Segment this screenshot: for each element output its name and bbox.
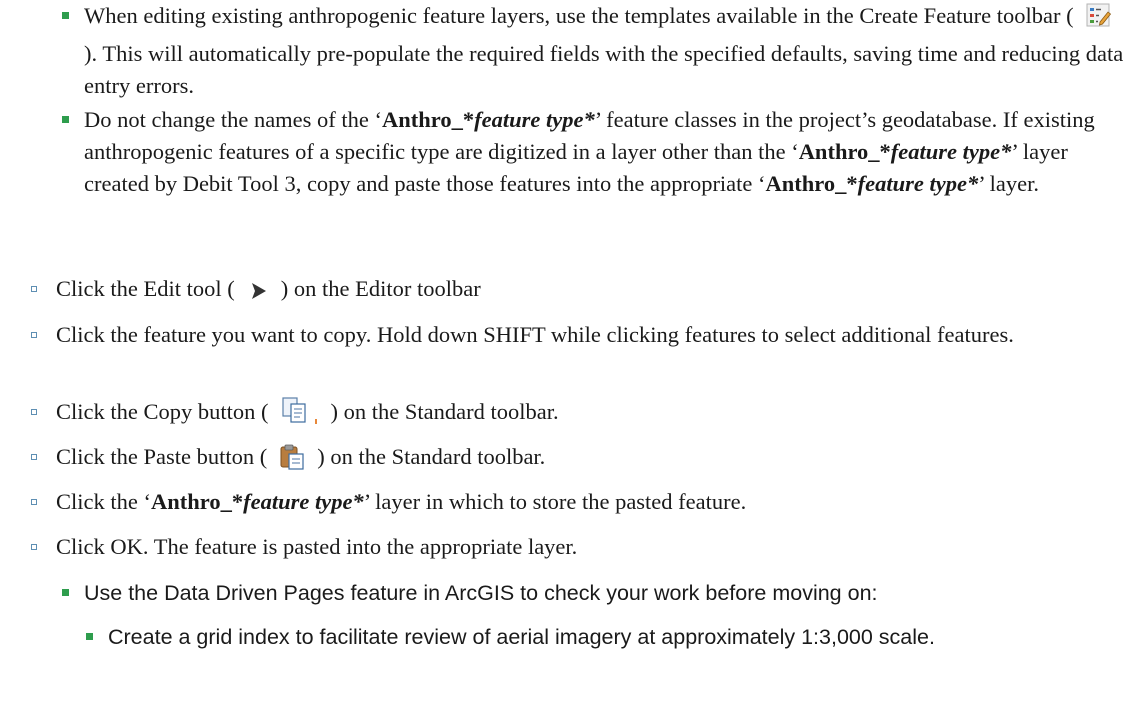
list-item-text: ) on the Standard toolbar. bbox=[330, 399, 559, 424]
list-item-text: Click the feature you want to copy. Hold… bbox=[56, 322, 1014, 347]
list-item: Click the feature you want to copy. Hold… bbox=[56, 319, 1135, 351]
layer-name-type: feature type* bbox=[243, 489, 364, 514]
list-item-text: ). This will automatically pre-populate … bbox=[84, 41, 1124, 98]
list-item: Create a grid index to facilitate review… bbox=[108, 621, 1143, 653]
list-item-text: ) on the Standard toolbar. bbox=[317, 444, 546, 469]
list-item: Click the ‘Anthro_*feature type*’ layer … bbox=[56, 486, 1135, 518]
layer-name-prefix: Anthro_* bbox=[382, 107, 475, 132]
list-item-text: Click OK. The feature is pasted into the… bbox=[56, 534, 578, 559]
hollow-bullet bbox=[31, 499, 37, 505]
square-bullet bbox=[62, 12, 69, 19]
layer-name-prefix: Anthro_* bbox=[765, 171, 858, 196]
list-item: When editing existing anthropogenic feat… bbox=[84, 0, 1135, 102]
list-item-text: Use the Data Driven Pages feature in Arc… bbox=[84, 581, 878, 605]
layer-name-type: feature type* bbox=[890, 139, 1012, 164]
layer-name-type: feature type* bbox=[857, 171, 979, 196]
square-bullet bbox=[62, 589, 69, 596]
list-item-text: Click the Paste button ( bbox=[56, 444, 268, 469]
create-features-template-icon bbox=[1086, 3, 1112, 38]
list-item-text: Click the Copy button ( bbox=[56, 399, 269, 424]
layer-name-type: feature type* bbox=[474, 107, 595, 132]
list-item-text: Do not change the names of the ‘ bbox=[84, 107, 383, 132]
square-bullet bbox=[62, 116, 69, 123]
list-item-text: ) on the Editor toolbar bbox=[280, 276, 481, 301]
list-item-text: Create a grid index to facilitate review… bbox=[108, 625, 935, 649]
layer-name-prefix: Anthro_* bbox=[798, 139, 891, 164]
layer-name-prefix: Anthro_* bbox=[150, 489, 244, 514]
hollow-bullet bbox=[31, 409, 37, 415]
list-item: Click the Edit tool ( ) on the Editor too… bbox=[56, 273, 1135, 311]
document-page: When editing existing anthropogenic feat… bbox=[0, 0, 1143, 717]
list-item-text: Click the Edit tool ( bbox=[56, 276, 235, 301]
list-item-text: Click the ‘ bbox=[56, 489, 151, 514]
paste-icon bbox=[279, 444, 305, 479]
list-item-text: ’ layer in which to store the pasted fea… bbox=[363, 489, 747, 514]
list-item-text: When editing existing anthropogenic feat… bbox=[84, 3, 1074, 28]
list-item-text: ’ layer. bbox=[978, 171, 1040, 196]
list-item: Do not change the names of the ‘Anthro_*… bbox=[84, 104, 1135, 200]
hollow-bullet bbox=[31, 286, 37, 292]
list-item: Use the Data Driven Pages feature in Arc… bbox=[84, 577, 1135, 609]
list-item: Click OK. The feature is pasted into the… bbox=[56, 531, 1135, 563]
hollow-bullet bbox=[31, 454, 37, 460]
list-item: Click the Copy button ( ) on the Standard… bbox=[56, 396, 1135, 434]
hollow-bullet bbox=[31, 544, 37, 550]
edit-tool-arrow-icon bbox=[247, 279, 269, 311]
list-item: Click the Paste button ( ) on the Standar… bbox=[56, 441, 1135, 479]
square-bullet bbox=[86, 633, 93, 640]
hollow-bullet bbox=[31, 332, 37, 338]
copy-icon bbox=[281, 397, 319, 434]
